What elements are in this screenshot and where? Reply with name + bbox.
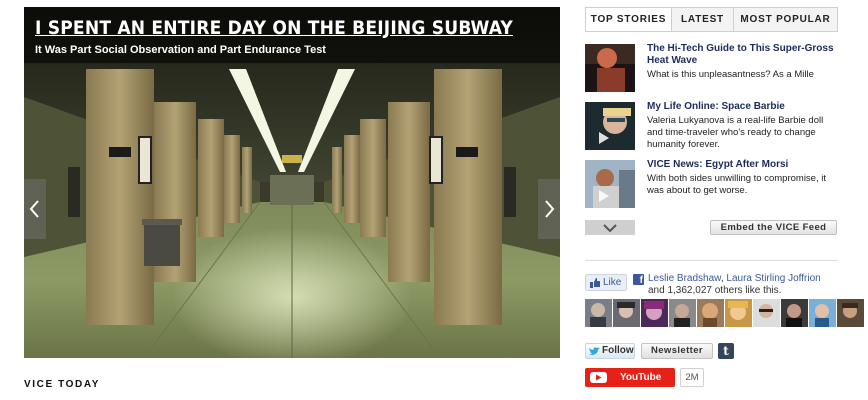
chevron-right-icon bbox=[545, 200, 555, 218]
facebook-friend-link[interactable]: Leslie Bradshaw bbox=[648, 273, 721, 284]
avatar[interactable] bbox=[781, 299, 808, 327]
youtube-subscriber-count: 2M bbox=[680, 368, 704, 387]
story-title[interactable]: The Hi-Tech Guide to This Super-Gross He… bbox=[647, 43, 837, 67]
story-item[interactable]: My Life Online: Space Barbie Valeria Luk… bbox=[585, 101, 838, 152]
avatar[interactable] bbox=[613, 299, 640, 327]
youtube-label: YouTube bbox=[620, 372, 662, 383]
slider-prev-button[interactable] bbox=[24, 179, 46, 239]
story-description: Valeria Lukyanova is a real-life Barbie … bbox=[647, 115, 824, 150]
story-description: With both sides unwilling to compromise,… bbox=[647, 173, 826, 196]
twitter-bird-icon bbox=[589, 347, 600, 355]
story-thumbnail[interactable] bbox=[585, 44, 635, 92]
avatar[interactable] bbox=[669, 299, 696, 327]
twitter-follow-label: Follow bbox=[602, 345, 634, 356]
tumblr-icon[interactable]: t bbox=[718, 343, 734, 359]
facebook-faces bbox=[585, 299, 864, 327]
hero-caption: I Spent an Entire Day on the Beijing Sub… bbox=[24, 7, 560, 63]
show-more-button[interactable] bbox=[585, 220, 635, 235]
tab-most-popular[interactable]: MOST POPULAR bbox=[734, 8, 837, 31]
youtube-play-icon bbox=[590, 372, 607, 383]
avatar[interactable] bbox=[725, 299, 752, 327]
avatar[interactable] bbox=[641, 299, 668, 327]
story-thumbnail[interactable] bbox=[585, 102, 635, 150]
facebook-friend-link[interactable]: Laura Stirling Joffrion bbox=[726, 273, 820, 284]
facebook-icon: f bbox=[633, 274, 644, 285]
avatar[interactable] bbox=[809, 299, 836, 327]
chevron-left-icon bbox=[29, 200, 39, 218]
avatar[interactable] bbox=[697, 299, 724, 327]
avatar[interactable] bbox=[753, 299, 780, 327]
story-title[interactable]: VICE News: Egypt After Morsi bbox=[647, 159, 837, 171]
facebook-like-button[interactable]: Like bbox=[585, 274, 627, 291]
like-label: Like bbox=[603, 277, 622, 288]
newsletter-button[interactable]: Newsletter bbox=[641, 343, 713, 359]
section-heading-vice-today: VICE TODAY bbox=[24, 379, 101, 390]
youtube-subscribe-button[interactable]: YouTube bbox=[585, 368, 675, 387]
hero-slider[interactable]: I Spent an Entire Day on the Beijing Sub… bbox=[24, 7, 560, 358]
facebook-social-text: Leslie Bradshaw, Laura Stirling Joffrion… bbox=[648, 273, 821, 296]
tab-latest[interactable]: LATEST bbox=[672, 8, 734, 31]
story-description: What is this unpleasantness? As a Mille bbox=[647, 69, 814, 80]
slider-next-button[interactable] bbox=[538, 179, 560, 239]
story-tabs: TOP STORIES LATEST MOST POPULAR bbox=[585, 7, 838, 32]
hero-title[interactable]: I Spent an Entire Day on the Beijing Sub… bbox=[35, 17, 513, 39]
avatar[interactable] bbox=[837, 299, 864, 327]
embed-feed-button[interactable]: Embed the VICE Feed bbox=[710, 220, 837, 235]
twitter-follow-button[interactable]: Follow bbox=[585, 343, 635, 359]
sidebar-divider bbox=[585, 260, 838, 261]
story-item[interactable]: VICE News: Egypt After Morsi With both s… bbox=[585, 159, 838, 210]
story-item[interactable]: The Hi-Tech Guide to This Super-Gross He… bbox=[585, 43, 838, 94]
story-thumbnail[interactable] bbox=[585, 160, 635, 208]
avatar[interactable] bbox=[585, 299, 612, 327]
hero-subtitle: It Was Part Social Observation and Part … bbox=[35, 44, 326, 56]
chevron-down-icon bbox=[603, 224, 617, 233]
tab-top-stories[interactable]: TOP STORIES bbox=[586, 8, 672, 31]
story-title[interactable]: My Life Online: Space Barbie bbox=[647, 101, 837, 113]
thumbs-up-icon bbox=[590, 278, 600, 288]
